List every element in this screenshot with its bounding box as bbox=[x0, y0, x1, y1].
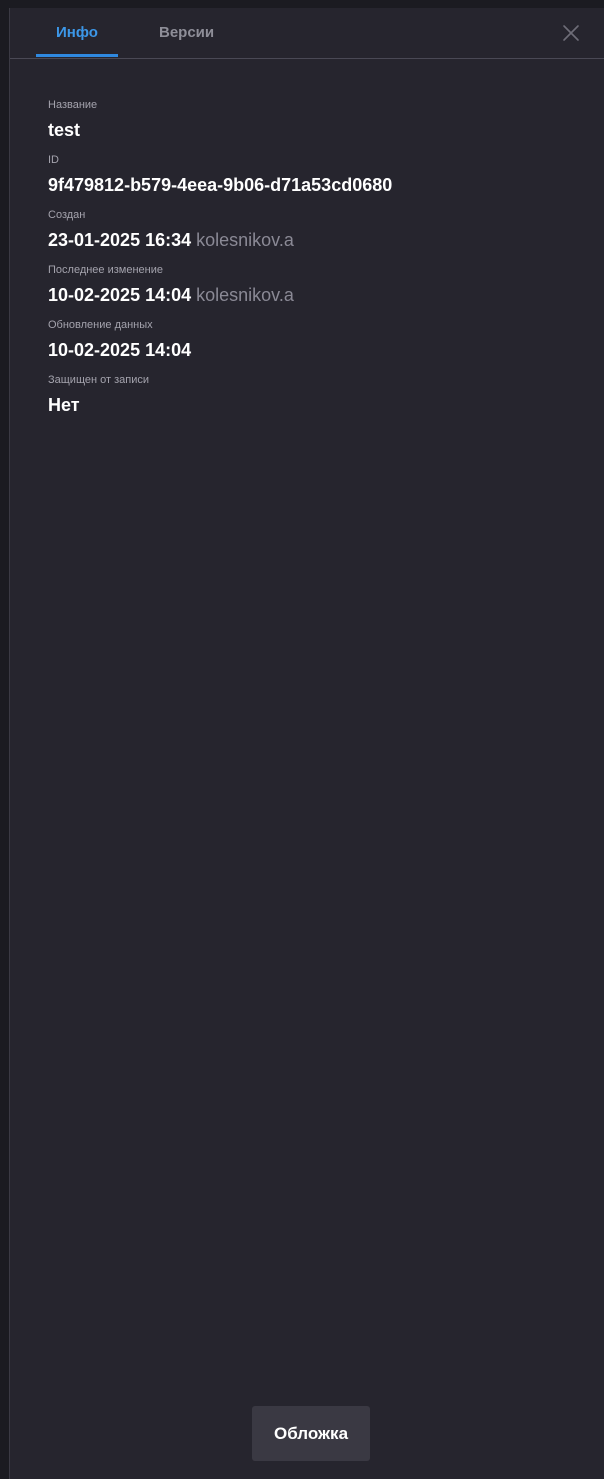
field-name: Название test bbox=[48, 98, 584, 142]
modified-datetime: 10-02-2025 14:04 bbox=[48, 285, 192, 305]
cover-button[interactable]: Обложка bbox=[252, 1406, 370, 1461]
modified-value-row: 10-02-2025 14:04 kolesnikov.a bbox=[48, 283, 584, 307]
created-datetime: 23-01-2025 16:34 bbox=[48, 230, 192, 250]
tab-info[interactable]: Инфо bbox=[56, 24, 98, 41]
field-id: ID 9f479812-b579-4eea-9b06-d71a53cd0680 bbox=[48, 153, 584, 197]
active-tab-indicator bbox=[36, 54, 118, 57]
field-modified: Последнее изменение 10-02-2025 14:04 kol… bbox=[48, 263, 584, 307]
created-user: kolesnikov.a bbox=[196, 230, 294, 250]
data-update-value: 10-02-2025 14:04 bbox=[48, 340, 192, 360]
close-icon bbox=[563, 25, 579, 41]
info-panel: Инфо Версии Название test ID 9f479812-b5… bbox=[9, 8, 604, 1479]
field-write-protected: Защищен от записи Нет bbox=[48, 373, 584, 417]
close-button[interactable] bbox=[559, 21, 583, 45]
tab-bar: Инфо Версии bbox=[10, 8, 604, 59]
name-label: Название bbox=[48, 99, 98, 111]
created-label: Создан bbox=[48, 209, 86, 221]
created-value-row: 23-01-2025 16:34 kolesnikov.a bbox=[48, 228, 584, 252]
write-protected-value: Нет bbox=[48, 395, 80, 415]
write-protected-label: Защищен от записи bbox=[48, 374, 150, 386]
name-value: test bbox=[48, 120, 81, 140]
tab-versions[interactable]: Версии bbox=[159, 24, 214, 41]
field-data-update: Обновление данных 10-02-2025 14:04 bbox=[48, 318, 584, 362]
id-value: 9f479812-b579-4eea-9b06-d71a53cd0680 bbox=[48, 175, 393, 195]
id-label: ID bbox=[48, 154, 59, 166]
modified-label: Последнее изменение bbox=[48, 264, 164, 276]
info-fields: Название test ID 9f479812-b579-4eea-9b06… bbox=[48, 98, 584, 428]
modified-user: kolesnikov.a bbox=[196, 285, 294, 305]
data-update-label: Обновление данных bbox=[48, 319, 153, 331]
field-created: Создан 23-01-2025 16:34 kolesnikov.a bbox=[48, 208, 584, 252]
